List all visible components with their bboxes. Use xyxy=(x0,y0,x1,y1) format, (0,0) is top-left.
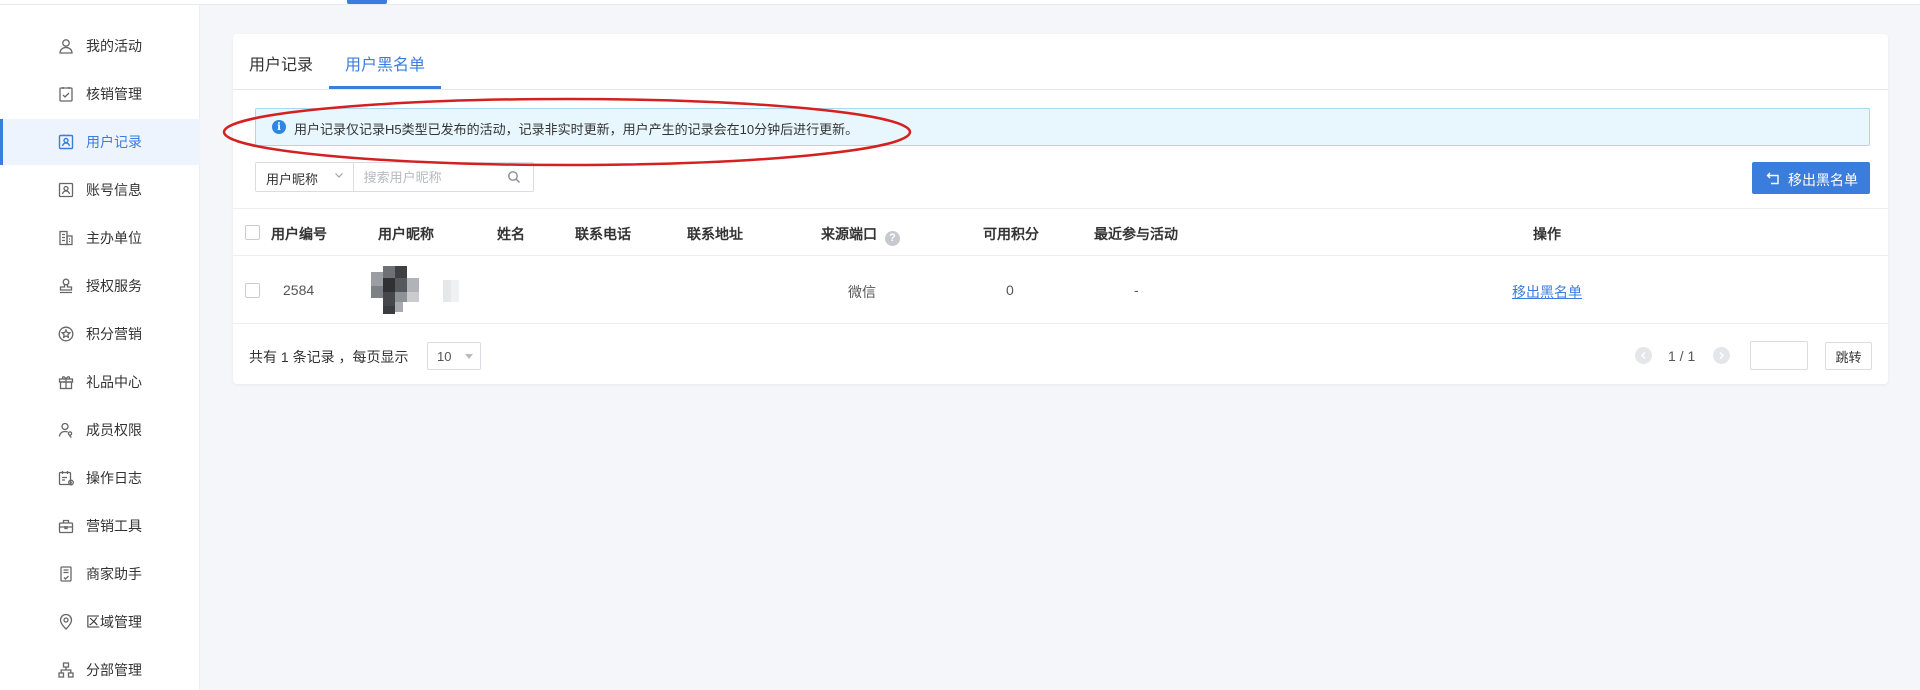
tab-user-records[interactable]: 用户记录 xyxy=(249,51,313,75)
main-card: 用户记录 用户黑名单 i 用户记录仅记录H5类型已发布的活动，记录非实时更新，用… xyxy=(233,34,1888,384)
sidebar-item-label: 我的活动 xyxy=(86,38,142,54)
sidebar-item-user-records[interactable]: 用户记录 xyxy=(0,119,200,165)
sidebar-item-marketing-tools[interactable]: 营销工具 xyxy=(0,503,200,549)
info-notice: i 用户记录仅记录H5类型已发布的活动，记录非实时更新，用户产生的记录会在10分… xyxy=(255,108,1870,146)
top-header-strip xyxy=(0,0,1920,5)
prev-page-button[interactable] xyxy=(1635,347,1652,364)
star-circle-icon xyxy=(57,325,75,343)
remove-from-blacklist-button[interactable]: 移出黑名单 xyxy=(1752,162,1870,194)
sidebar-item-region-management[interactable]: 区域管理 xyxy=(0,599,200,645)
header-nickname: 用户昵称 xyxy=(378,226,434,242)
undo-arrow-icon xyxy=(1766,172,1779,185)
sidebar-item-label: 核销管理 xyxy=(86,86,142,102)
search-box xyxy=(354,163,533,191)
next-page-button[interactable] xyxy=(1713,347,1730,364)
sidebar-item-label: 积分营销 xyxy=(86,326,142,342)
header-source: 来源端口? xyxy=(821,224,900,246)
sidebar-item-label: 区域管理 xyxy=(86,614,142,630)
tab-bar: 用户记录 用户黑名单 xyxy=(233,34,1888,90)
search-input[interactable] xyxy=(363,168,494,186)
sidebar-item-merchant-assistant[interactable]: 商家助手 xyxy=(0,551,200,597)
header-recent-activity: 最近参与活动 xyxy=(1094,226,1178,242)
sidebar-item-organizer[interactable]: 主办单位 xyxy=(0,215,200,261)
select-all-checkbox[interactable] xyxy=(245,225,260,240)
remove-button-label: 移出黑名单 xyxy=(1788,172,1858,188)
sidebar-item-label: 商家助手 xyxy=(86,566,142,582)
search-field-label: 用户昵称 xyxy=(266,172,319,187)
gift-icon xyxy=(57,373,75,391)
sidebar-item-operation-log[interactable]: 操作日志 xyxy=(0,455,200,501)
user-card-icon xyxy=(57,133,75,151)
header-operations: 操作 xyxy=(1533,226,1561,242)
sidebar-item-my-activities[interactable]: 我的活动 xyxy=(0,23,200,69)
location-icon xyxy=(57,613,75,631)
chevron-right-icon xyxy=(1719,351,1725,360)
calendar-log-icon xyxy=(57,469,75,487)
sidebar-item-points-marketing[interactable]: 积分营销 xyxy=(0,311,200,357)
sidebar-item-label: 营销工具 xyxy=(86,518,142,534)
sidebar-item-gift-center[interactable]: 礼品中心 xyxy=(0,359,200,405)
sidebar-item-account-info[interactable]: 账号信息 xyxy=(0,167,200,213)
row-remove-blacklist-link[interactable]: 移出黑名单 xyxy=(1512,282,1582,302)
cell-user-id: 2584 xyxy=(283,282,315,298)
sidebar-item-label: 用户记录 xyxy=(86,134,142,150)
phone-doc-icon xyxy=(57,565,75,583)
info-icon: i xyxy=(272,120,286,134)
caret-down-icon xyxy=(465,354,473,359)
sidebar: 我的活动 核销管理 用户记录 账号信息 主办单位 授权服务 积分营销 礼品中心 … xyxy=(0,5,200,690)
sidebar-item-label: 分部管理 xyxy=(86,662,142,678)
sidebar-item-label: 成员权限 xyxy=(86,422,142,438)
sidebar-item-label: 礼品中心 xyxy=(86,374,142,390)
user-key-icon xyxy=(57,421,75,439)
toolbox-icon xyxy=(57,517,75,535)
clipboard-check-icon xyxy=(57,85,75,103)
page-indicator: 1 / 1 xyxy=(1668,348,1696,364)
sidebar-item-label: 授权服务 xyxy=(86,278,142,294)
table-header: 用户编号 用户昵称 姓名 联系电话 联系地址 来源端口? 可用积分 最近参与活动… xyxy=(233,208,1888,256)
header-source-label: 来源端口 xyxy=(821,226,877,242)
table-row: 2584 微信 0 - 移出黑名单 xyxy=(233,256,1888,324)
search-field-select[interactable]: 用户昵称 xyxy=(256,163,354,191)
sidebar-item-label: 操作日志 xyxy=(86,470,142,486)
sidebar-item-member-permissions[interactable]: 成员权限 xyxy=(0,407,200,453)
header-name: 姓名 xyxy=(497,226,525,242)
building-icon xyxy=(57,229,75,247)
page-jump-input[interactable] xyxy=(1750,341,1808,370)
header-user-id: 用户编号 xyxy=(271,226,327,242)
header-phone: 联系电话 xyxy=(575,226,631,242)
cell-recent-activity: - xyxy=(1134,282,1139,298)
page-size-select[interactable]: 10 xyxy=(427,342,481,370)
sidebar-item-label: 账号信息 xyxy=(86,182,142,198)
chevron-left-icon xyxy=(1640,351,1646,360)
top-nav-active-indicator xyxy=(347,0,387,4)
search-icon[interactable] xyxy=(507,170,521,184)
row-checkbox[interactable] xyxy=(245,283,260,298)
page-size-value: 10 xyxy=(437,349,452,364)
header-points: 可用积分 xyxy=(983,226,1039,242)
account-icon xyxy=(57,181,75,199)
header-address: 联系地址 xyxy=(687,226,743,242)
sidebar-item-label: 主办单位 xyxy=(86,230,142,246)
tab-user-blacklist[interactable]: 用户黑名单 xyxy=(345,51,425,75)
search-filter: 用户昵称 xyxy=(255,162,534,192)
active-tab-underline xyxy=(329,86,441,89)
help-icon[interactable]: ? xyxy=(885,231,900,246)
avatar-pixelated xyxy=(371,266,459,314)
sidebar-item-branch-management[interactable]: 分部管理 xyxy=(0,647,200,690)
org-chart-icon xyxy=(57,661,75,679)
person-icon xyxy=(57,37,75,55)
page-jump-button[interactable]: 跳转 xyxy=(1825,342,1872,370)
stamp-icon xyxy=(57,277,75,295)
chevron-down-icon xyxy=(335,173,343,178)
cell-points: 0 xyxy=(1006,282,1014,298)
cell-source: 微信 xyxy=(848,284,876,300)
sidebar-item-verification[interactable]: 核销管理 xyxy=(0,71,200,117)
pagination-total: 共有 1 条记录 ，每页显示 xyxy=(249,349,409,365)
notice-text: 用户记录仅记录H5类型已发布的活动，记录非实时更新，用户产生的记录会在10分钟后… xyxy=(294,122,859,137)
sidebar-item-authorization[interactable]: 授权服务 xyxy=(0,263,200,309)
